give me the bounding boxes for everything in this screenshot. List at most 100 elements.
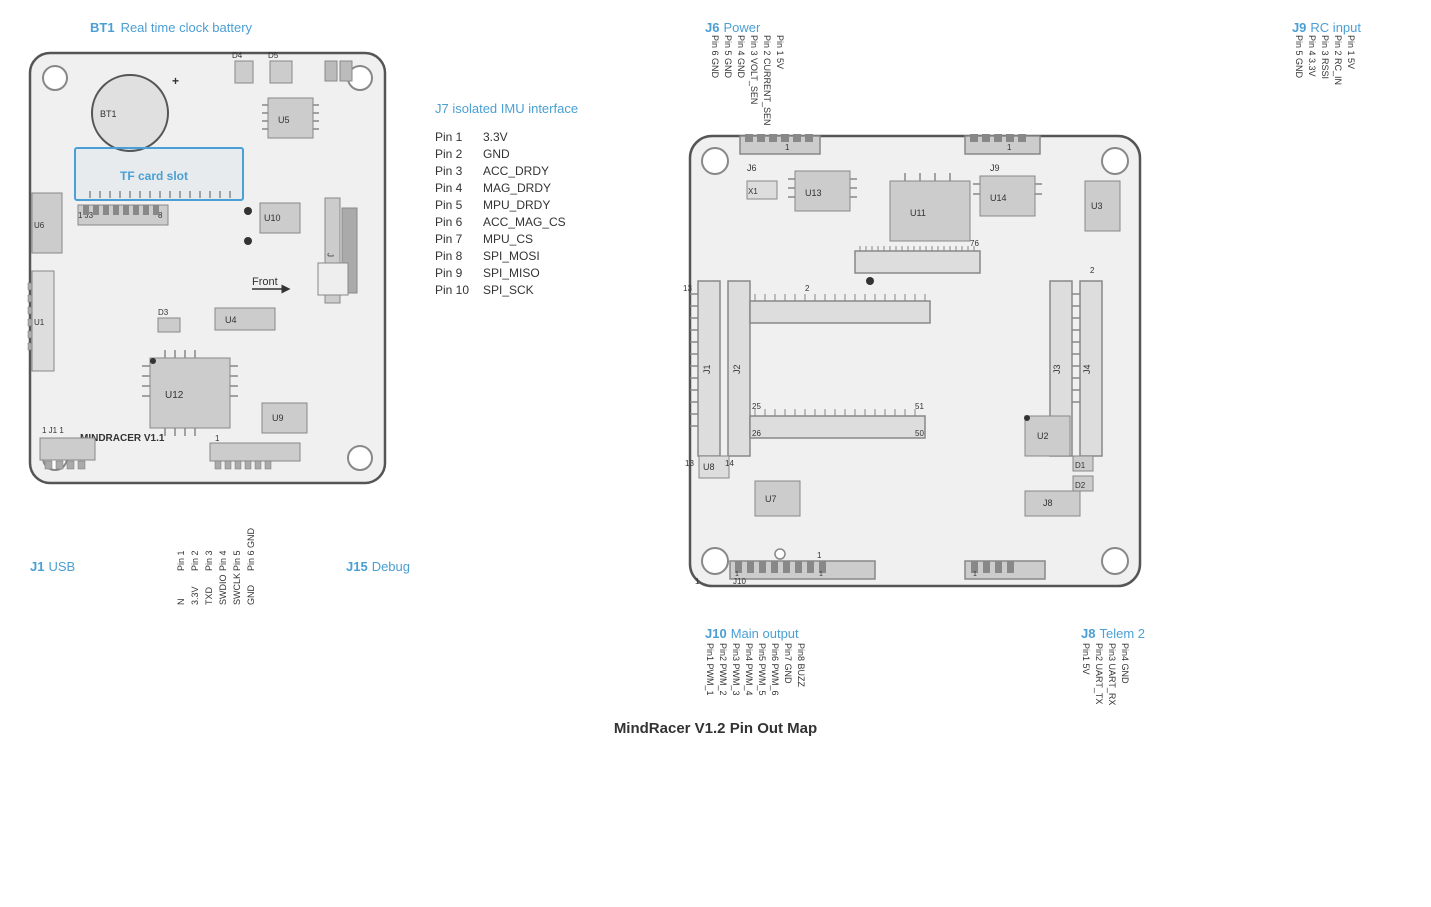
bt1-desc: Real time clock battery <box>121 20 253 35</box>
imu-pin-name: ACC_DRDY <box>483 164 549 178</box>
imu-pin-name: SPI_MOSI <box>483 249 540 263</box>
imu-pin-number: Pin 6 <box>435 215 475 229</box>
imu-pin-number: Pin 3 <box>435 164 475 178</box>
j9-annotation: J9 RC input <box>1292 20 1361 35</box>
svg-text:50: 50 <box>915 429 924 438</box>
imu-pin-row: Pin 3 ACC_DRDY <box>435 164 625 178</box>
svg-text:+: + <box>172 74 179 88</box>
j9-label: J9 <box>1292 20 1306 35</box>
debug-pin-names: N 3.3V TXD SWDIO SWCLK GND <box>176 573 256 605</box>
imu-pin-row: Pin 9SPI_MISO <box>435 266 625 280</box>
j1-label: J1 <box>30 559 44 574</box>
right-diagram-area: J6 Power J9 RC input Pin 6 GND Pin 5 GND… <box>655 20 1411 705</box>
j8-label: J8 <box>1081 626 1095 641</box>
j10-p1: Pin1 PWM_1 <box>705 643 715 696</box>
imu-pin-name: ACC_MAG_CS <box>483 215 566 229</box>
j10-p3: Pin3 PWM_3 <box>731 643 741 696</box>
j15-label: J15 <box>346 559 368 574</box>
svg-text:J6: J6 <box>747 163 757 173</box>
left-diagram-area: BT1 Real time clock battery BT1 + <box>20 20 625 605</box>
svg-text:U2: U2 <box>1037 431 1049 441</box>
imu-pin-number: Pin 4 <box>435 181 475 195</box>
svg-text:J8: J8 <box>1043 498 1053 508</box>
debug-name-5: SWCLK <box>232 573 242 605</box>
imu-pin-row: Pin 7MPU_CS <box>435 232 625 246</box>
debug-pin-2: Pin 2 <box>190 528 200 571</box>
j10-pin-labels: Pin1 PWM_1 Pin2 PWM_2 Pin3 PWM_3 Pin4 PW… <box>705 643 806 696</box>
j10-desc: Main output <box>731 626 799 641</box>
debug-name-4: SWDIO <box>218 573 228 605</box>
imu-pin-name: GND <box>483 147 510 161</box>
imu-pin-name: MAG_DRDY <box>483 181 551 195</box>
j10-p5: Pin5 PWM_5 <box>757 643 767 696</box>
left-pcb-container: BT1 Real time clock battery BT1 + <box>20 20 420 605</box>
j6-pin-2: Pin 2 CURRENT_SEN <box>762 35 772 126</box>
imu-pin-row: Pin 13.3V <box>435 130 625 144</box>
imu-pin-name: MPU_CS <box>483 232 533 246</box>
imu-pin-number: Pin 2 <box>435 147 475 161</box>
imu-pin-row: Pin 8SPI_MOSI <box>435 249 625 263</box>
svg-text:U14: U14 <box>990 193 1007 203</box>
svg-text:U7: U7 <box>765 494 777 504</box>
svg-text:U10: U10 <box>264 213 281 223</box>
svg-text:1: 1 <box>215 434 220 443</box>
imu-pin-number: Pin 10 <box>435 283 475 297</box>
svg-text:J10: J10 <box>733 577 746 586</box>
svg-text:2: 2 <box>1090 266 1095 275</box>
debug-pin-6: Pin 6 GND <box>246 528 256 571</box>
left-pcb-svg: BT1 + <box>20 43 420 523</box>
j8-annotation: J8 Telem 2 <box>1081 626 1145 641</box>
j10-p2: Pin2 PWM_2 <box>718 643 728 696</box>
j8-p2: Pin2 UART_TX <box>1094 643 1104 705</box>
j15-annotation: J15 Debug <box>346 528 410 605</box>
svg-text:D1: D1 <box>1075 461 1086 470</box>
svg-text:1: 1 <box>819 571 823 578</box>
bt1-label: BT1 <box>90 20 115 35</box>
imu-pin-row: Pin 5 MPU_DRDY <box>435 198 625 212</box>
debug-pin-5: Pin 5 <box>232 528 242 571</box>
j8-desc: Telem 2 <box>1099 626 1145 641</box>
svg-text:13: 13 <box>685 459 694 468</box>
j6-pin-5: Pin 5 GND <box>723 35 733 126</box>
j10-area: J10 Main output Pin1 PWM_1 Pin2 PWM_2 Pi… <box>655 626 806 705</box>
j8-p3: Pin3 UART_RX <box>1107 643 1117 705</box>
j9-pin-labels: Pin 5 GND Pin 4 3.3V Pin 3 RSSI Pin 2 RC… <box>1294 35 1356 126</box>
debug-name-1: N <box>176 573 186 605</box>
svg-text:1 J1 1: 1 J1 1 <box>42 426 64 435</box>
j10-p8: Pin8 BUZZ <box>796 643 806 696</box>
imu-pin-number: Pin 1 <box>435 130 475 144</box>
svg-text:13: 13 <box>683 284 692 293</box>
j6-pin-4: Pin 4 GND <box>736 35 746 126</box>
j9-pin-2: Pin 2 RC_IN <box>1333 35 1343 126</box>
j6-pin-6: Pin 6 GND <box>710 35 720 126</box>
top-connector-labels: Pin 6 GND Pin 5 GND Pin 4 GND Pin 3 VOLT… <box>655 35 1411 126</box>
debug-pins-area: Pin 1 Pin 2 Pin 3 Pin 4 Pin 5 Pin 6 GND … <box>166 528 256 605</box>
j9-pin-5: Pin 5 GND <box>1294 35 1304 126</box>
j1-annotation: J1 USB <box>30 528 75 605</box>
svg-text:U1: U1 <box>34 318 45 327</box>
svg-text:U4: U4 <box>225 315 237 325</box>
j9-desc: RC input <box>1310 20 1361 35</box>
imu-pin-number: Pin 5 <box>435 198 475 212</box>
j9-pin-1: Pin 1 5V <box>1346 35 1356 126</box>
right-board-bottom-labels: J10 Main output Pin1 PWM_1 Pin2 PWM_2 Pi… <box>655 626 1175 705</box>
svg-text:U13: U13 <box>805 188 822 198</box>
debug-name-2: 3.3V <box>190 573 200 605</box>
right-pcb-svg: 1 1 J6 J9 X1 U13 <box>655 126 1175 626</box>
j6-label: J6 <box>705 20 719 35</box>
j6-pin-labels: Pin 6 GND Pin 5 GND Pin 4 GND Pin 3 VOLT… <box>710 35 785 126</box>
imu-pin-name: SPI_MISO <box>483 266 540 280</box>
imu-pin-name: MPU_DRDY <box>483 198 550 212</box>
imu-pin-row: Pin 10SPI_SCK <box>435 283 625 297</box>
svg-text:26: 26 <box>752 429 761 438</box>
svg-text:76: 76 <box>970 239 979 248</box>
svg-text:U3: U3 <box>1091 201 1103 211</box>
j6-pin-3: Pin 3 VOLT_SEN <box>749 35 759 126</box>
svg-text:J9: J9 <box>990 163 1000 173</box>
page-title: MindRacer V1.2 Pin Out Map <box>614 720 817 737</box>
imu-pin-row: Pin 2 GND <box>435 147 625 161</box>
main-diagram: BT1 Real time clock battery BT1 + <box>20 20 1411 705</box>
svg-text:D5: D5 <box>268 51 279 60</box>
debug-pin-3: Pin 3 <box>204 528 214 571</box>
svg-text:51: 51 <box>915 402 924 411</box>
